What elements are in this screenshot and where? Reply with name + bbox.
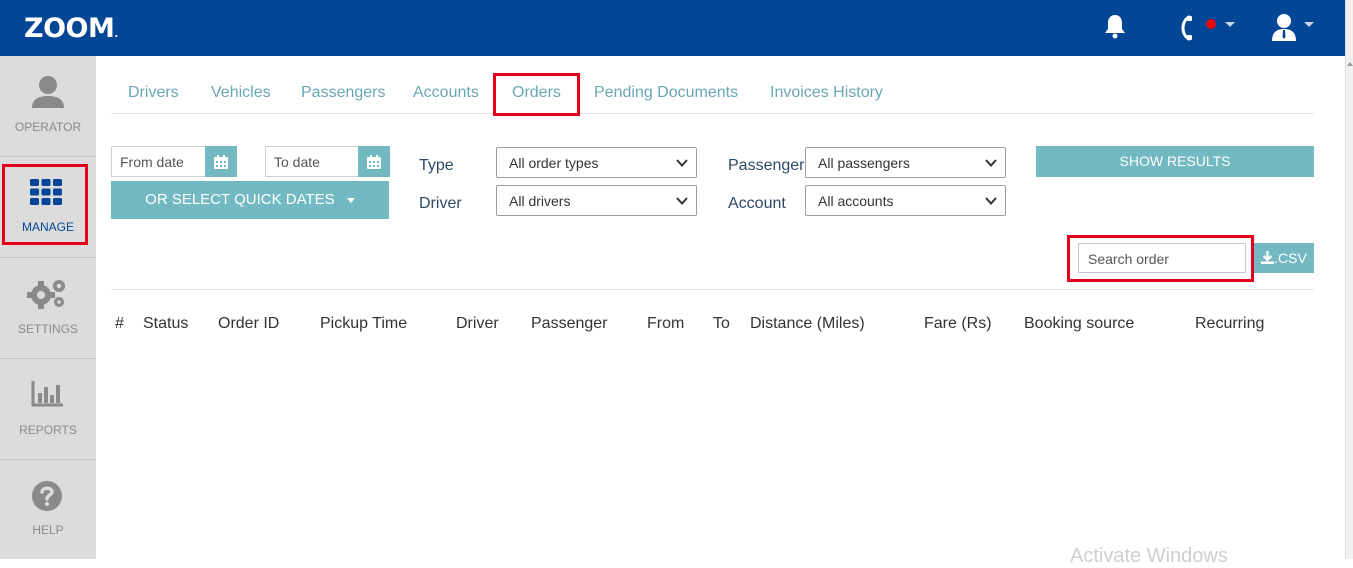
account-select[interactable]: All accounts	[805, 185, 1006, 216]
to-date-input[interactable]: To date	[265, 146, 361, 177]
column-header[interactable]: Order ID	[218, 315, 279, 333]
column-header[interactable]: Driver	[456, 315, 499, 333]
column-header[interactable]: Status	[143, 315, 188, 333]
activate-windows-watermark: Activate Windows	[1070, 545, 1228, 567]
sidebar-item-settings[interactable]: SETTINGS	[0, 258, 96, 359]
column-header[interactable]: Booking source	[1024, 315, 1134, 333]
driver-label: Driver	[419, 195, 462, 212]
column-header[interactable]: Recurring	[1195, 315, 1264, 333]
chevron-down-icon	[985, 197, 997, 205]
calendar-icon	[367, 155, 381, 169]
from-date-input[interactable]: From date	[111, 146, 207, 177]
call-status-dot	[1206, 19, 1216, 29]
passenger-select[interactable]: All passengers	[805, 147, 1006, 178]
csv-download-button[interactable]: .CSV	[1254, 243, 1314, 273]
bar-chart-icon	[31, 381, 63, 407]
calendar-icon	[214, 155, 228, 169]
passenger-label: Passenger	[728, 157, 805, 174]
gears-icon	[27, 280, 65, 309]
chevron-down-icon[interactable]	[1304, 22, 1314, 27]
highlight-orders-tab	[493, 73, 580, 116]
sidebar-item-help[interactable]: HELP	[0, 460, 96, 561]
top-bar: ZOOM.	[0, 0, 1345, 56]
tab-invoices-history[interactable]: Invoices History	[770, 84, 883, 102]
chevron-down-icon	[676, 197, 688, 205]
highlight-search-order	[1067, 235, 1254, 282]
quick-dates-button[interactable]: OR SELECT QUICK DATES	[111, 181, 389, 219]
scroll-up-arrow[interactable]	[1347, 62, 1353, 66]
type-label: Type	[419, 157, 454, 174]
tab-vehicles[interactable]: Vehicles	[211, 84, 271, 102]
chevron-down-icon[interactable]	[1225, 22, 1235, 27]
sidebar-item-reports[interactable]: REPORTS	[0, 359, 96, 460]
sidebar-item-operator[interactable]: OPERATOR	[0, 56, 96, 157]
tab-accounts[interactable]: Accounts	[413, 84, 479, 102]
help-icon	[32, 481, 62, 511]
order-type-select[interactable]: All order types	[496, 147, 697, 178]
tab-pending-documents[interactable]: Pending Documents	[594, 84, 738, 102]
sidebar-item-label: OPERATOR	[14, 120, 82, 134]
app-logo[interactable]: ZOOM.	[24, 13, 118, 44]
chevron-down-icon	[676, 159, 688, 167]
sidebar-item-label: REPORTS	[19, 423, 77, 437]
to-date-calendar-button[interactable]	[358, 146, 390, 177]
sidebar-item-label: SETTINGS	[17, 322, 78, 336]
column-header[interactable]: From	[647, 315, 684, 333]
scrollbar[interactable]	[1345, 0, 1353, 559]
download-icon	[1261, 251, 1275, 264]
phone-icon[interactable]	[1178, 15, 1194, 46]
from-date-calendar-button[interactable]	[205, 146, 237, 177]
sidebar: OPERATOR MANAGE SETTINGS REPORTS HELP	[0, 56, 96, 559]
column-header[interactable]: Passenger	[531, 315, 608, 333]
driver-select[interactable]: All drivers	[496, 185, 697, 216]
user-icon[interactable]	[1271, 13, 1297, 46]
column-header[interactable]: Fare (Rs)	[924, 315, 992, 333]
column-header[interactable]: Pickup Time	[320, 315, 407, 333]
tab-bar: Drivers Vehicles Passengers Accounts Ord…	[111, 72, 1314, 114]
column-header[interactable]: #	[115, 315, 124, 333]
sidebar-item-label: HELP	[32, 523, 64, 537]
chevron-down-icon	[985, 159, 997, 167]
divider	[111, 289, 1314, 290]
column-header[interactable]: Distance (Miles)	[750, 315, 865, 333]
bell-icon[interactable]	[1103, 13, 1127, 44]
operator-icon	[32, 76, 64, 108]
tab-passengers[interactable]: Passengers	[301, 84, 386, 102]
show-results-button[interactable]: SHOW RESULTS	[1036, 146, 1314, 177]
highlight-manage	[2, 164, 88, 245]
column-header[interactable]: To	[713, 315, 730, 333]
account-label: Account	[728, 195, 786, 212]
tab-drivers[interactable]: Drivers	[128, 84, 179, 102]
caret-down-icon	[346, 197, 355, 203]
